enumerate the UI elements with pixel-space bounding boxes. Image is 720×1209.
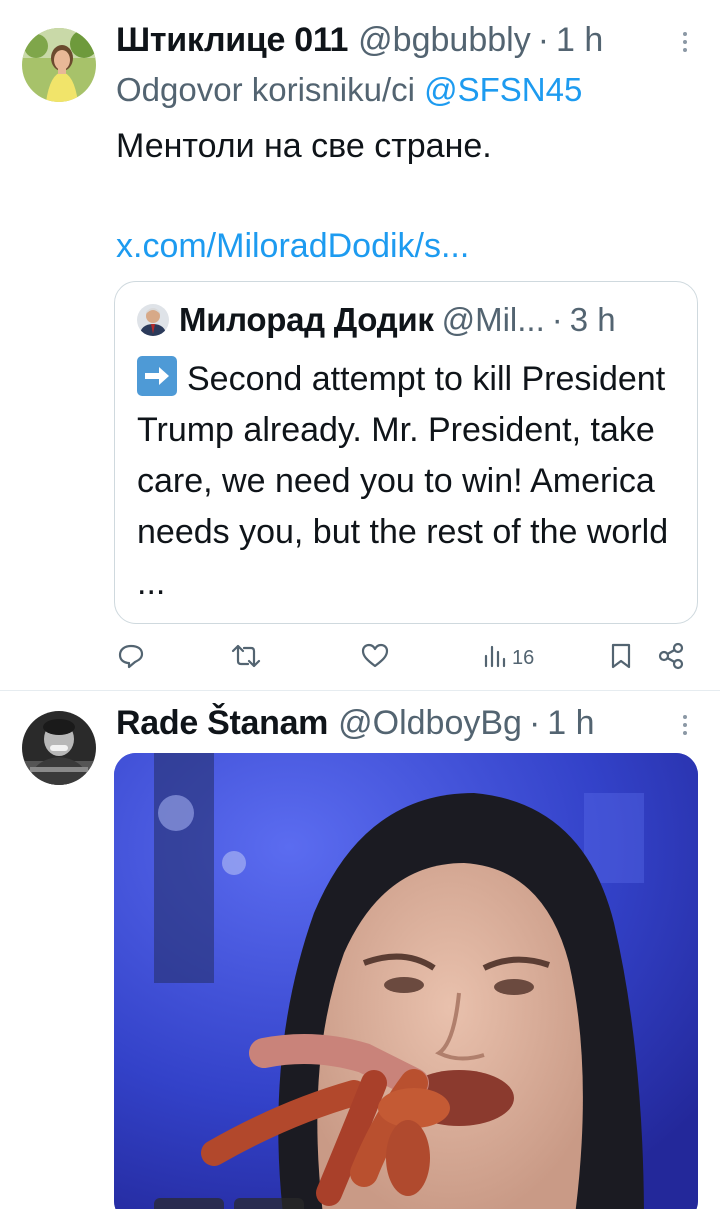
reply-context: Odgovor korisniku/ci @SFSN45 xyxy=(116,70,582,110)
display-name[interactable]: Rade Štanam xyxy=(116,703,328,743)
views-icon xyxy=(482,641,508,676)
tweet-header: Rade Štanam @OldboyBg · 1 h xyxy=(116,703,700,743)
tweet-actions: 16 xyxy=(116,642,686,674)
timestamp[interactable]: 1 h xyxy=(556,20,603,60)
reply-button[interactable] xyxy=(116,642,146,674)
tweet[interactable]: Штиклице 011 @bgbubbly · 1 h Odgovor kor… xyxy=(0,0,720,690)
handle[interactable]: @bgbubbly xyxy=(358,20,531,60)
timeline: Штиклице 011 @bgbubbly · 1 h Odgovor kor… xyxy=(0,0,720,1209)
arrow-right-emoji xyxy=(137,356,177,396)
tweet-text: Ментоли на све стране. xyxy=(116,127,492,165)
share-button[interactable] xyxy=(656,642,686,674)
quote-separator: · xyxy=(551,301,563,338)
separator: · xyxy=(537,21,550,59)
reply-icon xyxy=(116,641,146,676)
separator: · xyxy=(528,704,541,742)
views-count: 16 xyxy=(512,646,535,669)
tweet-link[interactable]: x.com/MiloradDodik/s... xyxy=(116,224,469,268)
retweet-icon xyxy=(230,641,262,676)
like-icon xyxy=(360,641,390,676)
like-button[interactable] xyxy=(360,642,390,674)
reply-prefix: Odgovor korisniku/ci xyxy=(116,71,415,108)
timestamp[interactable]: 1 h xyxy=(547,703,594,743)
more-icon[interactable] xyxy=(670,26,700,56)
handle[interactable]: @OldboyBg xyxy=(338,703,522,743)
quote-header: Милорад Додик @Mil... · 3 h xyxy=(137,300,681,340)
tweet[interactable]: Rade Štanam @OldboyBg · 1 h xyxy=(0,690,720,1209)
quote-display-name[interactable]: Милорад Додик xyxy=(179,300,434,340)
quote-text: Second attempt to kill President Trump a… xyxy=(137,360,669,602)
retweet-button[interactable] xyxy=(230,642,262,674)
quote-timestamp[interactable]: 3 h xyxy=(570,300,616,340)
tweet-media-image[interactable] xyxy=(114,753,698,1209)
reply-mention[interactable]: @SFSN45 xyxy=(424,71,582,108)
quote-avatar xyxy=(137,304,169,336)
avatar[interactable] xyxy=(22,28,96,102)
views-button[interactable]: 16 xyxy=(482,642,534,674)
share-icon xyxy=(656,641,686,676)
display-name[interactable]: Штиклице 011 xyxy=(116,20,348,60)
quote-text-block: Second attempt to kill President Trump a… xyxy=(137,354,687,609)
avatar[interactable] xyxy=(22,711,96,785)
quoted-tweet[interactable]: Милорад Додик @Mil... · 3 h Second attem… xyxy=(114,281,698,624)
quote-handle[interactable]: @Mil... xyxy=(442,300,545,340)
tweet-header: Штиклице 011 @bgbubbly · 1 h xyxy=(116,20,700,60)
more-icon[interactable] xyxy=(670,709,700,739)
bookmark-icon xyxy=(608,641,634,676)
bookmark-button[interactable] xyxy=(608,642,634,674)
